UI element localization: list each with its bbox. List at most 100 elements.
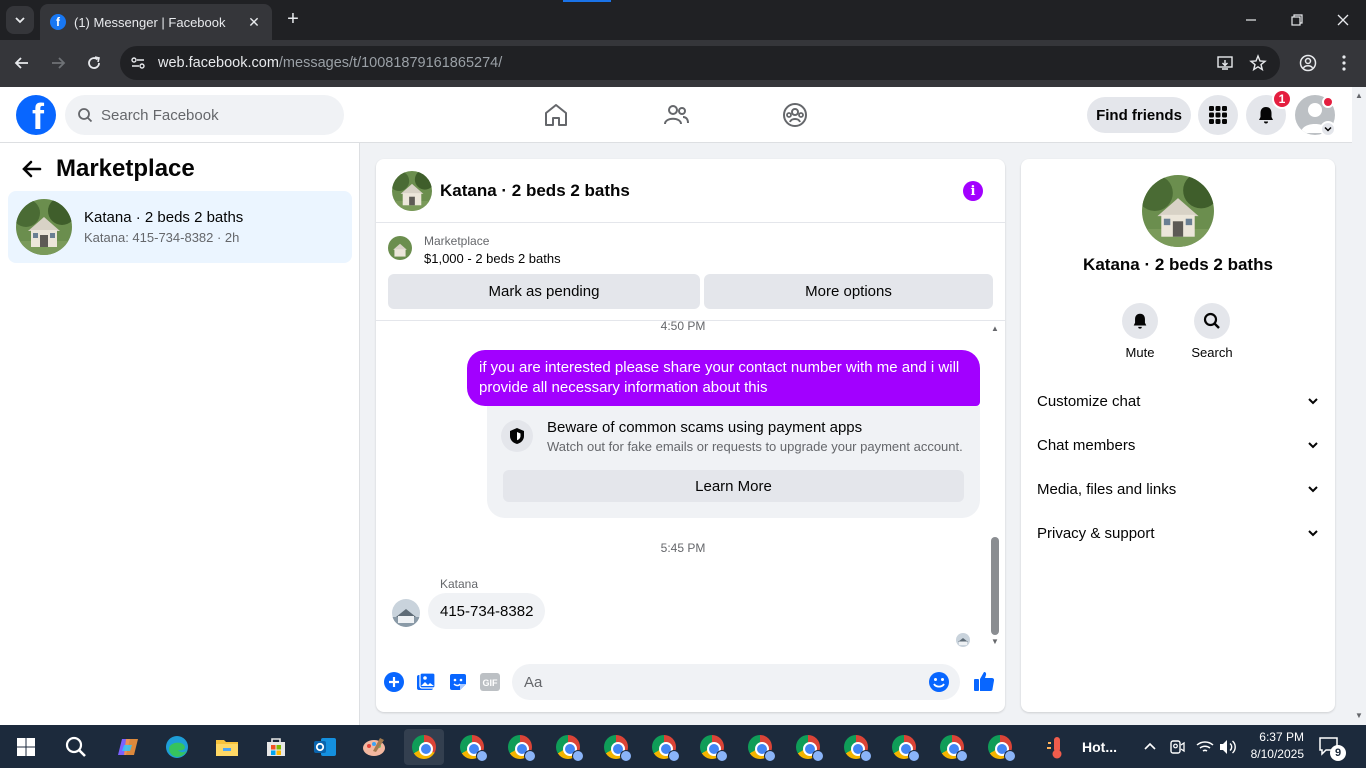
close-tab-icon[interactable]: ✕ [246, 14, 262, 31]
page-scroll-up-arrow[interactable]: ▲ [1355, 91, 1363, 100]
address-bar[interactable]: web.facebook.com/messages/t/100818791618… [120, 46, 1280, 80]
incoming-message[interactable]: 415-734-8382 [428, 593, 546, 629]
url-text: web.facebook.com/messages/t/100818791618… [158, 55, 502, 71]
browser-menu-button[interactable] [1332, 51, 1356, 75]
chrome-taskbar-active[interactable] [404, 729, 444, 765]
house-thumbnail [16, 199, 72, 255]
account-chevron-icon[interactable] [1320, 121, 1336, 137]
nav-home[interactable] [542, 101, 570, 129]
privacy-support-section[interactable]: Privacy & support [1037, 513, 1319, 553]
reload-button[interactable] [82, 51, 106, 75]
close-icon [1337, 14, 1349, 26]
menu-button[interactable] [1198, 95, 1238, 135]
weather-widget[interactable]: Hot... [1046, 725, 1117, 768]
url-host: web.facebook.com [158, 55, 279, 71]
chat-avatar[interactable] [392, 170, 432, 211]
message-scrollbar-thumb[interactable] [991, 537, 999, 635]
outlook-icon[interactable] [305, 729, 345, 765]
find-friends-button[interactable]: Find friends [1087, 97, 1191, 133]
edge-browser-icon[interactable] [157, 729, 197, 765]
chrome-profile-window[interactable] [452, 729, 492, 765]
file-explorer-icon[interactable] [207, 729, 247, 765]
page-scroll-down-arrow[interactable]: ▼ [1355, 711, 1363, 720]
bookmark-star-icon[interactable] [1248, 53, 1268, 73]
start-button[interactable] [6, 729, 46, 765]
page-scrollbar[interactable]: ▲ ▼ [1352, 87, 1366, 725]
scroll-down-arrow[interactable]: ▼ [990, 637, 1000, 647]
microsoft-store-icon[interactable] [256, 729, 296, 765]
nav-friends[interactable] [662, 101, 690, 129]
chrome-profile-window[interactable] [788, 729, 828, 765]
chrome-profile-window[interactable] [596, 729, 636, 765]
facebook-logo[interactable]: f [16, 95, 56, 135]
back-arrow-button[interactable] [18, 155, 46, 183]
learn-more-button[interactable]: Learn More [503, 470, 964, 502]
search-input[interactable] [101, 106, 321, 124]
tab-search-button[interactable] [6, 6, 34, 34]
mark-as-pending-button[interactable]: Mark as pending [388, 274, 700, 309]
profile-badge-icon [956, 750, 968, 762]
info-icon[interactable]: i [963, 181, 983, 201]
message-input-box[interactable] [512, 664, 960, 700]
chevron-down-icon [1308, 530, 1318, 537]
system-clock[interactable]: 6:37 PM 8/10/2025 [1238, 729, 1304, 763]
copilot-icon[interactable] [108, 729, 148, 765]
sticker-icon[interactable] [447, 671, 469, 693]
profile-button[interactable] [1296, 51, 1320, 75]
chat-members-section[interactable]: Chat members [1037, 425, 1319, 465]
timestamp: 5:45 PM [660, 541, 706, 555]
chrome-profile-window[interactable] [644, 729, 684, 765]
customize-chat-section[interactable]: Customize chat [1037, 381, 1319, 421]
listing-thumbnail[interactable] [388, 236, 412, 260]
mute-button[interactable]: Mute [1110, 303, 1170, 360]
search-circle [1194, 303, 1230, 339]
message-list: 4:50 PM if you are interested please sha… [376, 319, 1005, 657]
chrome-profile-window[interactable] [740, 729, 780, 765]
outgoing-message[interactable]: if you are interested please share your … [467, 350, 980, 406]
chrome-profile-window[interactable] [980, 729, 1020, 765]
message-input[interactable] [524, 673, 904, 691]
thumbs-up-icon[interactable] [972, 669, 996, 693]
more-options-button[interactable]: More options [704, 274, 993, 309]
notification-center-badge: 9 [1330, 745, 1346, 761]
chat-title[interactable]: Katana · 2 beds 2 baths [440, 181, 630, 201]
chrome-profile-window[interactable] [884, 729, 924, 765]
nav-groups[interactable] [781, 101, 809, 129]
chrome-profile-window[interactable] [932, 729, 972, 765]
weather-text: Hot... [1082, 738, 1117, 755]
chrome-profile-window[interactable] [548, 729, 588, 765]
new-tab-button[interactable]: + [282, 8, 304, 30]
site-info-icon[interactable] [128, 53, 148, 73]
facebook-favicon-icon: f [50, 14, 66, 30]
wifi-icon[interactable] [1196, 725, 1214, 768]
chrome-profile-window[interactable] [500, 729, 540, 765]
taskbar-search-button[interactable] [56, 729, 96, 765]
details-avatar[interactable] [1142, 175, 1214, 247]
emoji-icon[interactable] [928, 671, 950, 693]
browser-tab-messenger[interactable]: f (1) Messenger | Facebook ✕ [40, 4, 272, 40]
show-hidden-icons-button[interactable] [1143, 725, 1157, 768]
notification-center-button[interactable]: 9 [1318, 725, 1346, 768]
home-icon [545, 104, 567, 126]
paint-app-icon[interactable] [354, 729, 394, 765]
listing-price[interactable]: $1,000 - 2 beds 2 baths [424, 251, 561, 266]
media-files-links-section[interactable]: Media, files and links [1037, 469, 1319, 509]
search-conversation-button[interactable]: Search [1182, 303, 1242, 360]
search-bar[interactable] [65, 95, 344, 135]
minimize-button[interactable] [1228, 0, 1274, 40]
plus-circle-icon[interactable] [383, 671, 405, 693]
conversation-item[interactable]: Katana · 2 beds 2 baths Katana: 415-734-… [8, 191, 352, 263]
volume-icon[interactable] [1219, 725, 1237, 768]
sender-avatar[interactable] [392, 599, 420, 627]
gif-icon[interactable]: GIF [479, 671, 501, 693]
restore-button[interactable] [1274, 0, 1320, 40]
back-button[interactable] [10, 51, 34, 75]
forward-button[interactable] [46, 51, 70, 75]
meet-now-icon[interactable] [1169, 725, 1185, 768]
close-window-button[interactable] [1320, 0, 1366, 40]
chrome-profile-window[interactable] [692, 729, 732, 765]
chrome-profile-window[interactable] [836, 729, 876, 765]
install-app-icon[interactable] [1215, 53, 1235, 73]
photo-icon[interactable] [415, 671, 437, 693]
scroll-up-arrow[interactable]: ▲ [990, 324, 1000, 334]
